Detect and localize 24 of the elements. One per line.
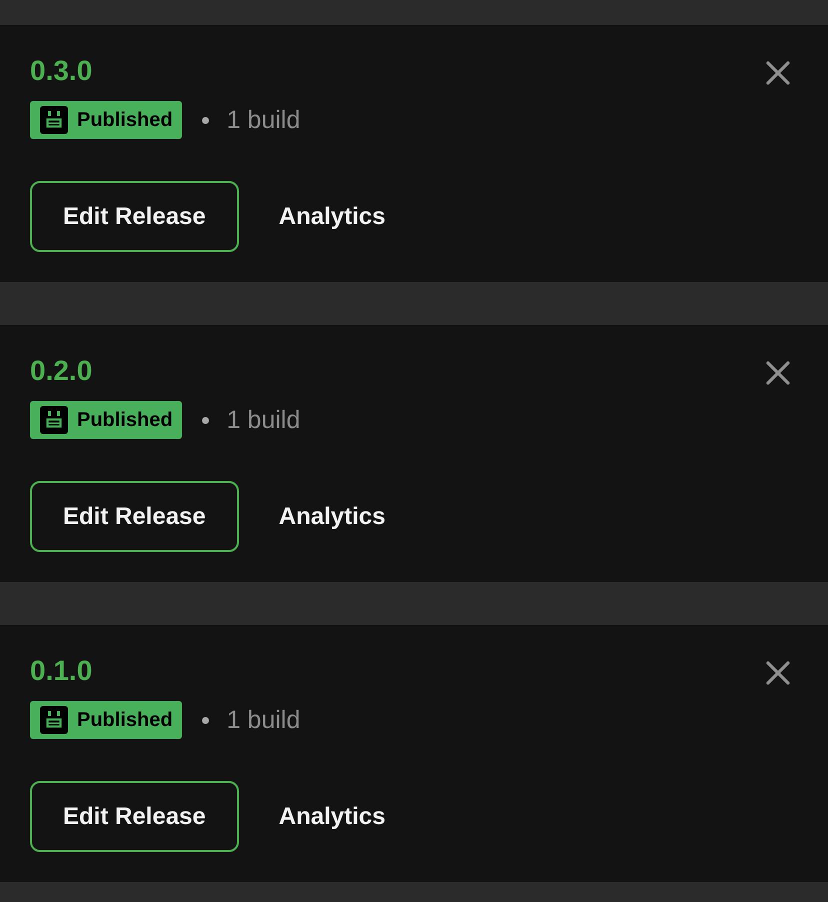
edit-release-button[interactable]: Edit Release [30,781,239,852]
robot-face-icon [40,106,68,134]
close-button[interactable] [766,661,790,685]
build-count: 1 build [226,108,300,132]
release-version: 0.3.0 [30,55,92,87]
analytics-link[interactable]: Analytics [278,198,386,234]
robot-face-icon [40,406,68,434]
status-label: Published [77,410,173,430]
release-version: 0.1.0 [30,655,92,687]
edit-release-button[interactable]: Edit Release [30,181,239,252]
close-button[interactable] [766,361,790,385]
close-icon [766,361,790,385]
close-icon [766,61,790,85]
analytics-link[interactable]: Analytics [278,798,386,834]
robot-face-icon [40,706,68,734]
edit-release-button[interactable]: Edit Release [30,481,239,552]
analytics-link[interactable]: Analytics [278,498,386,534]
release-version: 0.2.0 [30,355,92,387]
status-label: Published [77,110,173,130]
close-icon [766,661,790,685]
close-button[interactable] [766,61,790,85]
build-count: 1 build [226,408,300,432]
status-label: Published [77,710,173,730]
build-count: 1 build [226,708,300,732]
